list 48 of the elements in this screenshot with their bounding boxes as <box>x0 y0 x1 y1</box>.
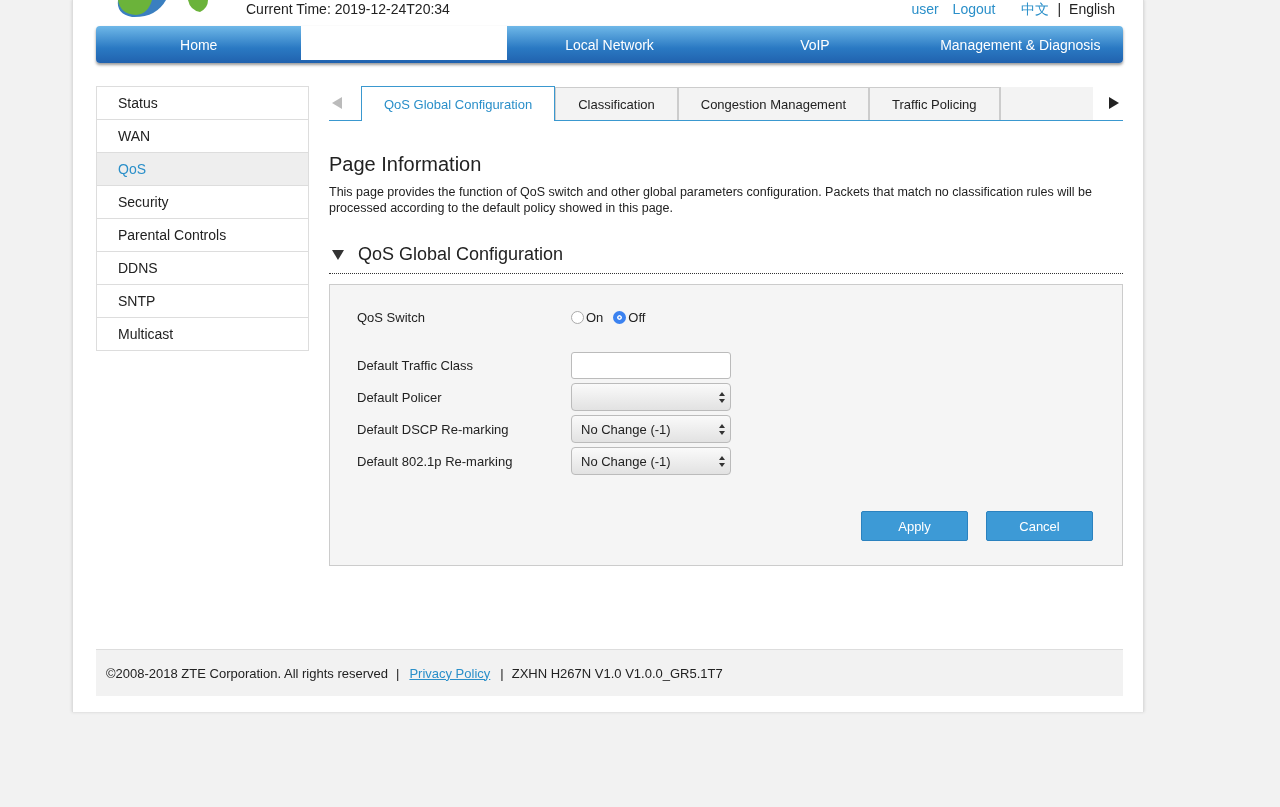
tab[interactable]: Classification <box>555 87 678 120</box>
tab[interactable]: Traffic Policing <box>869 87 1000 120</box>
current-time: Current Time: 2019-12-24T20:34 <box>246 1 450 17</box>
tab[interactable]: QoS Global Configuration <box>361 86 556 121</box>
dropdown[interactable] <box>571 383 731 411</box>
menu-tab[interactable]: Management & Diagnosis <box>917 26 1123 63</box>
collapse-triangle-icon[interactable] <box>332 249 344 260</box>
field-label: QoS Switch <box>357 309 426 325</box>
logout-link[interactable]: Logout <box>952 1 996 19</box>
page-title: Page Information <box>329 153 483 176</box>
language-link[interactable]: 中文 <box>1021 1 1050 19</box>
sidebar-item[interactable]: Security <box>97 186 308 219</box>
separator: | <box>500 665 504 681</box>
section-title: QoS Global Configuration <box>358 244 564 265</box>
scroll-right-icon[interactable] <box>1109 97 1119 109</box>
menu-tab[interactable]: Home <box>96 26 302 63</box>
separator: | <box>396 665 400 681</box>
separator: | <box>1057 1 1062 19</box>
dropdown-arrows-icon <box>719 391 725 403</box>
sidebar-item[interactable]: DDNS <box>97 252 308 285</box>
dropdown-arrows-icon <box>719 423 725 435</box>
menu-tab[interactable] <box>301 26 507 60</box>
menu-tab[interactable]: Local Network <box>506 26 713 63</box>
version-text: ZXHN H267N V1.0 V1.0.0_GR5.1T7 <box>511 665 723 681</box>
menu-tab[interactable]: VoIP <box>712 26 918 63</box>
dropdown[interactable]: No Change (-1) <box>571 447 731 475</box>
radio-label[interactable]: Off <box>628 309 646 325</box>
page-description: This page provides the function of QoS switch and other global parameters configuration. Packets that match no classification rules will be processed according to the default policy showed in this page. <box>329 184 1093 216</box>
dropdown[interactable]: No Change (-1) <box>571 415 731 443</box>
field-label: Default 802.1p Re-marking <box>357 453 514 469</box>
radio-label[interactable]: On <box>586 309 604 325</box>
radio-button[interactable] <box>613 310 627 324</box>
field-label: Default Traffic Class <box>357 357 475 373</box>
dropdown-arrows-icon <box>719 455 725 467</box>
user-link[interactable]: user <box>911 1 939 19</box>
partial-tab[interactable] <box>999 87 1093 120</box>
radio-button[interactable] <box>571 310 584 324</box>
scroll-left-icon[interactable] <box>332 97 342 109</box>
field-label: Default Policer <box>357 389 443 405</box>
input-field[interactable] <box>571 351 731 379</box>
sidebar-item[interactable]: Status <box>97 87 308 120</box>
copyright-text: ©2008-2018 ZTE Corporation. All rights reserved <box>106 665 388 681</box>
tab[interactable]: Congestion Management <box>677 87 869 120</box>
sidebar-item[interactable]: SNTP <box>97 285 308 318</box>
sidebar-item[interactable]: Multicast <box>97 318 308 350</box>
language-link[interactable]: English <box>1069 1 1115 19</box>
sidebar-item[interactable]: Parental Controls <box>97 219 308 252</box>
field-label: Default DSCP Re-marking <box>357 421 510 437</box>
